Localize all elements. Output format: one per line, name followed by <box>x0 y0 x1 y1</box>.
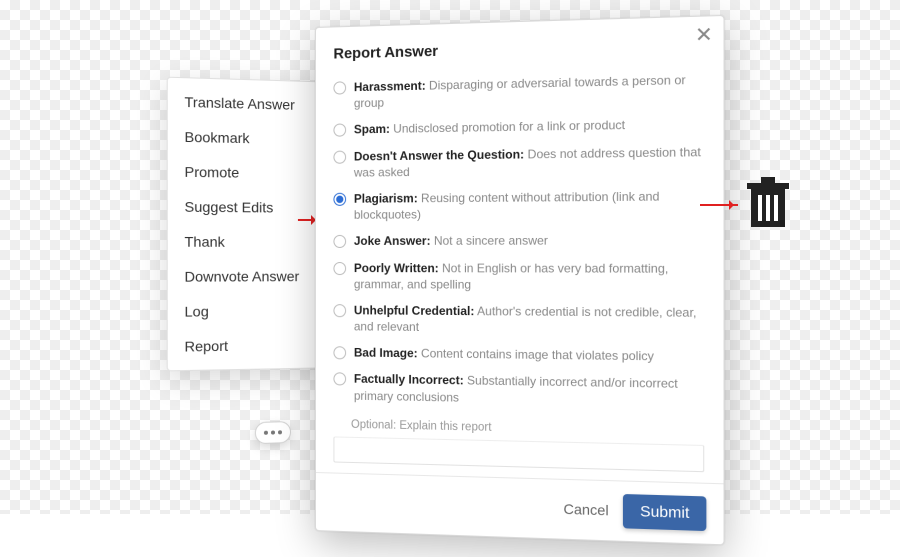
arrow-icon <box>700 204 738 206</box>
radio-joke[interactable] <box>333 235 346 248</box>
option-harassment[interactable]: Harassment: Disparaging or adversarial t… <box>333 66 704 117</box>
option-joke[interactable]: Joke Answer: Not a sincere answer <box>333 227 704 255</box>
radio-unhelpful-credential[interactable] <box>333 304 346 317</box>
radio-poorly-written[interactable] <box>333 262 346 275</box>
radio-bad-image[interactable] <box>333 346 346 359</box>
radio-doesnt-answer[interactable] <box>333 150 346 163</box>
option-doesnt-answer[interactable]: Doesn't Answer the Question: Does not ad… <box>333 138 704 186</box>
report-dialog: ✕ Report Answer Harassment: Disparaging … <box>315 15 725 545</box>
report-options: Harassment: Disparaging or adversarial t… <box>316 65 724 422</box>
option-plagiarism[interactable]: Plagiarism: Reusing content without attr… <box>333 182 704 228</box>
option-unhelpful-credential[interactable]: Unhelpful Credential: Author's credentia… <box>333 297 704 343</box>
option-poorly-written[interactable]: Poorly Written: Not in English or has ve… <box>333 254 704 298</box>
trash-icon <box>745 177 791 234</box>
radio-harassment[interactable] <box>333 81 346 94</box>
more-options-button[interactable] <box>255 421 291 444</box>
radio-plagiarism[interactable] <box>333 193 346 206</box>
dialog-footer: Cancel Submit <box>316 472 724 544</box>
radio-spam[interactable] <box>333 124 346 137</box>
cancel-button[interactable]: Cancel <box>563 501 608 519</box>
option-factually-incorrect[interactable]: Factually Incorrect: Substantially incor… <box>333 366 704 416</box>
submit-button[interactable]: Submit <box>623 494 706 531</box>
radio-factually-incorrect[interactable] <box>333 373 346 386</box>
close-button[interactable]: ✕ <box>695 25 713 46</box>
